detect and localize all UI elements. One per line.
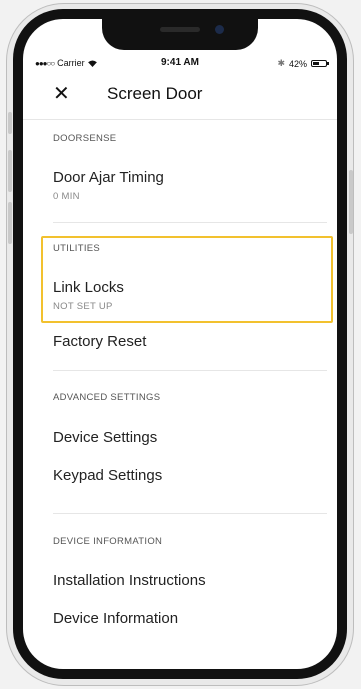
speaker-grille — [160, 27, 200, 32]
header-divider — [23, 119, 337, 120]
status-right: ✱ 42% — [277, 58, 329, 69]
header: ✕ Screen Door — [23, 81, 337, 121]
battery-percent: 42% — [288, 58, 307, 69]
installation-instructions-row[interactable]: Installation Instructions — [53, 572, 206, 589]
front-camera — [215, 25, 224, 34]
divider — [53, 370, 327, 371]
battery-icon — [311, 60, 329, 67]
divider — [53, 513, 327, 514]
divider — [53, 222, 327, 223]
side-button-volume-up — [8, 150, 12, 192]
device-settings-row[interactable]: Device Settings — [53, 429, 157, 446]
side-button-volume-down — [8, 202, 12, 244]
door-ajar-timing-title: Door Ajar Timing — [53, 169, 164, 186]
keypad-settings-row[interactable]: Keypad Settings — [53, 467, 162, 484]
bluetooth-icon: ✱ — [277, 58, 285, 68]
side-button-mute — [8, 112, 12, 134]
door-ajar-timing-value: 0 MIN — [53, 191, 80, 202]
close-icon[interactable]: ✕ — [53, 83, 70, 105]
side-button-power — [349, 170, 353, 234]
section-label-device-information: DEVICE INFORMATION — [53, 536, 163, 547]
highlight-box — [41, 236, 333, 323]
notch — [102, 19, 258, 50]
section-label-doorsense: DOORSENSE — [53, 133, 117, 144]
factory-reset-row[interactable]: Factory Reset — [53, 333, 146, 350]
page-title: Screen Door — [107, 84, 203, 103]
phone-screen: ●●●○○ Carrier 9:41 AM ✱ 42% ✕ Screen Doo… — [23, 19, 337, 669]
device-information-row[interactable]: Device Information — [53, 610, 178, 627]
status-bar: ●●●○○ Carrier 9:41 AM ✱ 42% — [23, 55, 337, 75]
section-label-advanced-settings: ADVANCED SETTINGS — [53, 392, 161, 403]
